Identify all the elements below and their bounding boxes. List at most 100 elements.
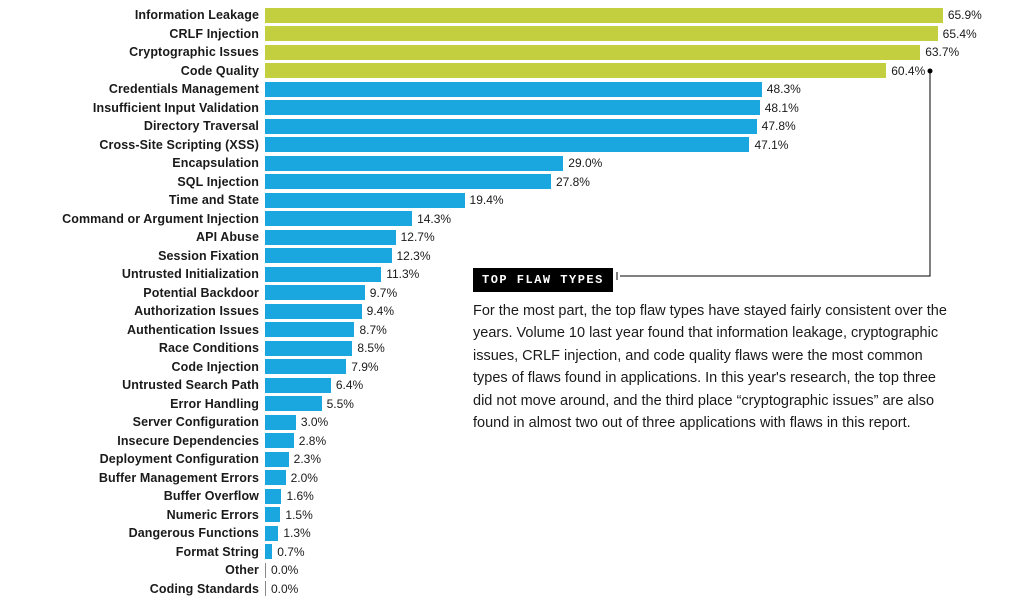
bar-category-label: SQL Injection — [177, 175, 259, 189]
bar — [265, 82, 762, 97]
bar-category-label: Buffer Overflow — [164, 489, 259, 503]
bar-row: Cryptographic Issues63.7% — [265, 43, 1010, 62]
bar-value-label: 60.4% — [891, 64, 925, 78]
bar-row: API Abuse12.7% — [265, 228, 1010, 247]
bar-value-label: 63.7% — [925, 45, 959, 59]
bar-row: Deployment Configuration2.3% — [265, 450, 1010, 469]
bar — [265, 563, 266, 578]
bar-category-label: Untrusted Initialization — [122, 267, 259, 281]
bar — [265, 341, 352, 356]
bar — [265, 322, 354, 337]
bar-value-label: 27.8% — [556, 175, 590, 189]
bar-row: Time and State19.4% — [265, 191, 1010, 210]
bar-value-label: 2.8% — [299, 434, 326, 448]
bar-category-label: Command or Argument Injection — [62, 212, 259, 226]
bar-category-label: Dangerous Functions — [129, 526, 259, 540]
bar-category-label: Code Quality — [181, 64, 259, 78]
bar — [265, 489, 281, 504]
bar-row: Untrusted Initialization11.3% — [265, 265, 1010, 284]
bar-value-label: 2.3% — [294, 452, 321, 466]
bar-category-label: Insufficient Input Validation — [93, 101, 259, 115]
bar-value-label: 19.4% — [470, 193, 504, 207]
bar-value-label: 2.0% — [291, 471, 318, 485]
bar-value-label: 14.3% — [417, 212, 451, 226]
bar-row: Buffer Overflow1.6% — [265, 487, 1010, 506]
bar-category-label: Untrusted Search Path — [122, 378, 259, 392]
bar — [265, 137, 749, 152]
bar — [265, 544, 272, 559]
bar-value-label: 12.7% — [401, 230, 435, 244]
bar-row: Format String0.7% — [265, 543, 1010, 562]
bar — [265, 581, 266, 596]
bar — [265, 156, 563, 171]
bar-category-label: Race Conditions — [159, 341, 259, 355]
bar-value-label: 0.0% — [271, 582, 298, 596]
bar-row: Cross-Site Scripting (XSS)47.1% — [265, 136, 1010, 155]
bar-value-label: 7.9% — [351, 360, 378, 374]
bar-value-label: 48.1% — [765, 101, 799, 115]
bar-value-label: 3.0% — [301, 415, 328, 429]
bar-row: Code Quality60.4% — [265, 62, 1010, 81]
bar — [265, 415, 296, 430]
bar-value-label: 6.4% — [336, 378, 363, 392]
bar-value-label: 1.6% — [286, 489, 313, 503]
bar-value-label: 11.3% — [386, 267, 419, 281]
callout-badge: TOP FLAW TYPES — [473, 268, 613, 292]
bar-value-label: 12.3% — [397, 249, 431, 263]
bar — [265, 63, 886, 78]
bar-row: Dangerous Functions1.3% — [265, 524, 1010, 543]
bar-row: CRLF Injection65.4% — [265, 25, 1010, 44]
bar-value-label: 47.1% — [754, 138, 788, 152]
bar-value-label: 65.4% — [943, 27, 977, 41]
bar — [265, 396, 322, 411]
bar-category-label: Authorization Issues — [134, 304, 259, 318]
bar — [265, 285, 365, 300]
bar-category-label: Other — [225, 563, 259, 577]
bar-value-label: 8.7% — [359, 323, 386, 337]
bar — [265, 359, 346, 374]
bar-category-label: Error Handling — [170, 397, 259, 411]
bar-row: Insufficient Input Validation48.1% — [265, 99, 1010, 118]
bar-category-label: Information Leakage — [135, 8, 259, 22]
bar-category-label: Code Injection — [171, 360, 259, 374]
bar — [265, 26, 938, 41]
bar-row: Encapsulation29.0% — [265, 154, 1010, 173]
callout-body-text: For the most part, the top flaw types ha… — [473, 300, 958, 435]
bar-category-label: Numeric Errors — [167, 508, 259, 522]
bar-value-label: 1.3% — [283, 526, 310, 540]
bar-category-label: Encapsulation — [172, 156, 259, 170]
bar-value-label: 65.9% — [948, 8, 982, 22]
bar-category-label: Format String — [176, 545, 259, 559]
bar-category-label: Deployment Configuration — [100, 452, 259, 466]
bar-category-label: Credentials Management — [109, 82, 259, 96]
bar-category-label: Server Configuration — [133, 415, 259, 429]
bar — [265, 507, 280, 522]
bar-value-label: 8.5% — [357, 341, 384, 355]
bar-row: Directory Traversal47.8% — [265, 117, 1010, 136]
bar-row: Coding Standards0.0% — [265, 580, 1010, 599]
bar-category-label: CRLF Injection — [169, 27, 259, 41]
bar — [265, 304, 362, 319]
bar — [265, 174, 551, 189]
bar — [265, 433, 294, 448]
bar — [265, 119, 757, 134]
bar-value-label: 0.0% — [271, 563, 298, 577]
bar-category-label: Coding Standards — [150, 582, 259, 596]
bar-category-label: Cryptographic Issues — [129, 45, 259, 59]
bar-value-label: 9.4% — [367, 304, 394, 318]
bar — [265, 8, 943, 23]
bar-category-label: Authentication Issues — [127, 323, 259, 337]
bar-category-label: Cross-Site Scripting (XSS) — [99, 138, 259, 152]
bar — [265, 526, 278, 541]
bar-row: Numeric Errors1.5% — [265, 506, 1010, 525]
bar-row: Information Leakage65.9% — [265, 6, 1010, 25]
bar — [265, 267, 381, 282]
bar — [265, 230, 396, 245]
bar-row: Credentials Management48.3% — [265, 80, 1010, 99]
bar-value-label: 0.7% — [277, 545, 304, 559]
bar-category-label: Buffer Management Errors — [99, 471, 259, 485]
bar — [265, 452, 289, 467]
bar-category-label: Insecure Dependencies — [117, 434, 259, 448]
bar — [265, 248, 392, 263]
bar-category-label: Session Fixation — [158, 249, 259, 263]
